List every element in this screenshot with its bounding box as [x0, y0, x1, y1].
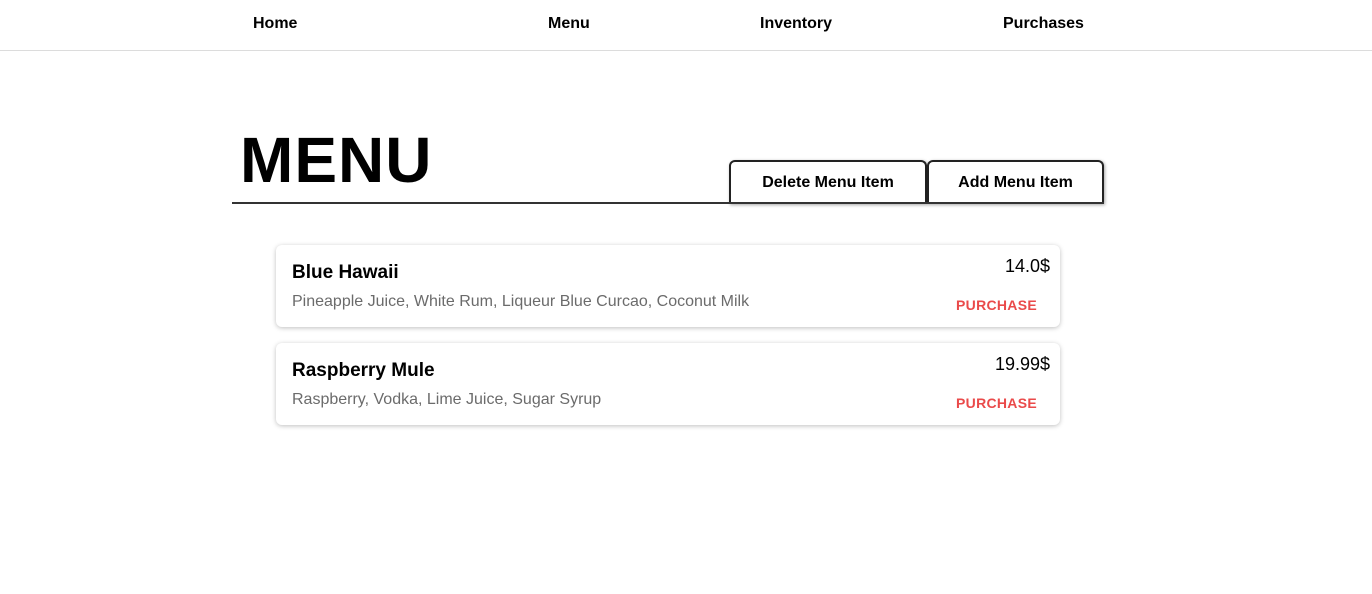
menu-item-price: 19.99$ — [994, 354, 1050, 374]
menu-item-price: 14.0$ — [1004, 256, 1050, 276]
page-title: MENU — [240, 124, 433, 196]
nav-link-inventory[interactable]: Inventory — [760, 15, 832, 33]
menu-item-ingredients: Raspberry, Vodka, Lime Juice, Sugar Syru… — [292, 391, 602, 408]
purchase-button[interactable]: PURCHASE — [956, 395, 1037, 411]
menu-item-name: Blue Hawaii — [292, 262, 399, 283]
menu-item-ingredients: Pineapple Juice, White Rum, Liqueur Blue… — [292, 293, 750, 310]
menu-item-name: Raspberry Mule — [292, 360, 435, 381]
nav-link-purchases[interactable]: Purchases — [1003, 15, 1084, 33]
menu-item-card: Raspberry Mule Raspberry, Vodka, Lime Ju… — [276, 343, 1060, 425]
top-navbar: Home Menu Inventory Purchases — [0, 0, 1372, 51]
nav-link-home[interactable]: Home — [253, 15, 297, 33]
add-menu-item-button[interactable]: Add Menu Item — [927, 160, 1104, 204]
menu-item-card: Blue Hawaii Pineapple Juice, White Rum, … — [276, 245, 1060, 327]
title-divider — [232, 202, 1104, 204]
nav-link-menu[interactable]: Menu — [548, 15, 590, 33]
delete-menu-item-button[interactable]: Delete Menu Item — [729, 160, 927, 204]
purchase-button[interactable]: PURCHASE — [956, 297, 1037, 313]
